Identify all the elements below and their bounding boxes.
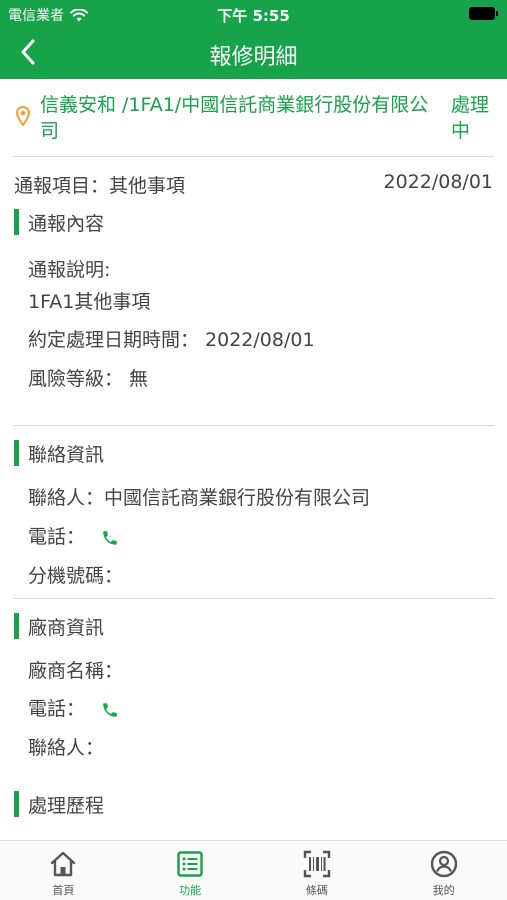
site-name: 信義安和 /1FA1/中國信託商業銀行股份有限公司 bbox=[40, 94, 429, 142]
tab-profile[interactable]: 我的 bbox=[380, 841, 507, 900]
section-title: 通報內容 bbox=[28, 212, 105, 235]
app-header: 電信業者 下午 5:55 報修明細 bbox=[0, 0, 507, 79]
section-marker bbox=[14, 791, 19, 817]
status-bar: 電信業者 下午 5:55 bbox=[0, 0, 507, 28]
phone-label: 電話： bbox=[28, 526, 86, 548]
extension-number: 分機號碼： bbox=[28, 565, 124, 587]
phone-icon[interactable] bbox=[101, 701, 119, 719]
section-vendor-info: 廠商資訊 bbox=[14, 613, 104, 639]
report-location: 信義安和 /1FA1/中國信託商業銀行股份有限公司 處理中 bbox=[14, 92, 494, 148]
risk-level: 風險等級： 無 bbox=[28, 368, 149, 390]
divider bbox=[13, 598, 494, 599]
status-badge: 處理中 bbox=[451, 94, 490, 142]
home-icon bbox=[51, 851, 76, 877]
nav-bar: 報修明細 bbox=[0, 28, 507, 79]
vendor-name: 廠商名稱： bbox=[28, 660, 124, 682]
battery-icon bbox=[469, 7, 498, 20]
location-pin-icon bbox=[16, 106, 30, 126]
barcode-icon bbox=[303, 850, 331, 878]
section-title: 處理歷程 bbox=[28, 794, 105, 817]
section-title: 廠商資訊 bbox=[28, 616, 105, 639]
tab-label: 功能 bbox=[179, 884, 202, 897]
phone-label: 電話： bbox=[28, 698, 86, 720]
tab-label: 我的 bbox=[432, 884, 455, 897]
tab-label: 首頁 bbox=[52, 884, 75, 897]
section-contact-info: 聯絡資訊 bbox=[14, 440, 104, 466]
tab-functions[interactable]: 功能 bbox=[127, 841, 254, 900]
vendor-contact: 聯絡人： bbox=[28, 737, 105, 759]
tab-bar: 首頁 功能 條碼 我的 bbox=[0, 840, 507, 900]
vendor-phone-row: 電話： bbox=[28, 694, 119, 721]
divider bbox=[13, 156, 494, 157]
report-date: 2022/08/01 bbox=[383, 171, 493, 193]
section-title: 聯絡資訊 bbox=[28, 443, 105, 466]
section-report-content: 通報內容 bbox=[14, 209, 104, 235]
list-icon bbox=[177, 851, 203, 877]
user-icon bbox=[430, 850, 457, 878]
contact-phone-row: 電話： bbox=[28, 522, 119, 549]
section-marker bbox=[14, 440, 19, 466]
tab-label: 條碼 bbox=[305, 884, 328, 897]
status-time: 下午 5:55 bbox=[217, 7, 290, 25]
contact-person: 聯絡人：中國信託商業銀行股份有限公司 bbox=[28, 487, 371, 509]
phone-icon[interactable] bbox=[101, 529, 119, 547]
report-item: 通報項目：其他事項 bbox=[14, 175, 186, 197]
description-value: 1FA1其他事項 bbox=[28, 291, 151, 313]
appointment-datetime: 約定處理日期時間： 2022/08/01 bbox=[28, 329, 315, 351]
section-process-history: 處理歷程 bbox=[14, 791, 104, 817]
description-label: 通報說明: bbox=[28, 259, 111, 281]
page-title: 報修明細 bbox=[209, 45, 298, 70]
tab-home[interactable]: 首頁 bbox=[0, 841, 127, 900]
divider bbox=[13, 425, 494, 426]
section-marker bbox=[14, 613, 19, 639]
section-marker bbox=[14, 209, 19, 235]
tab-barcode[interactable]: 條碼 bbox=[254, 841, 381, 900]
